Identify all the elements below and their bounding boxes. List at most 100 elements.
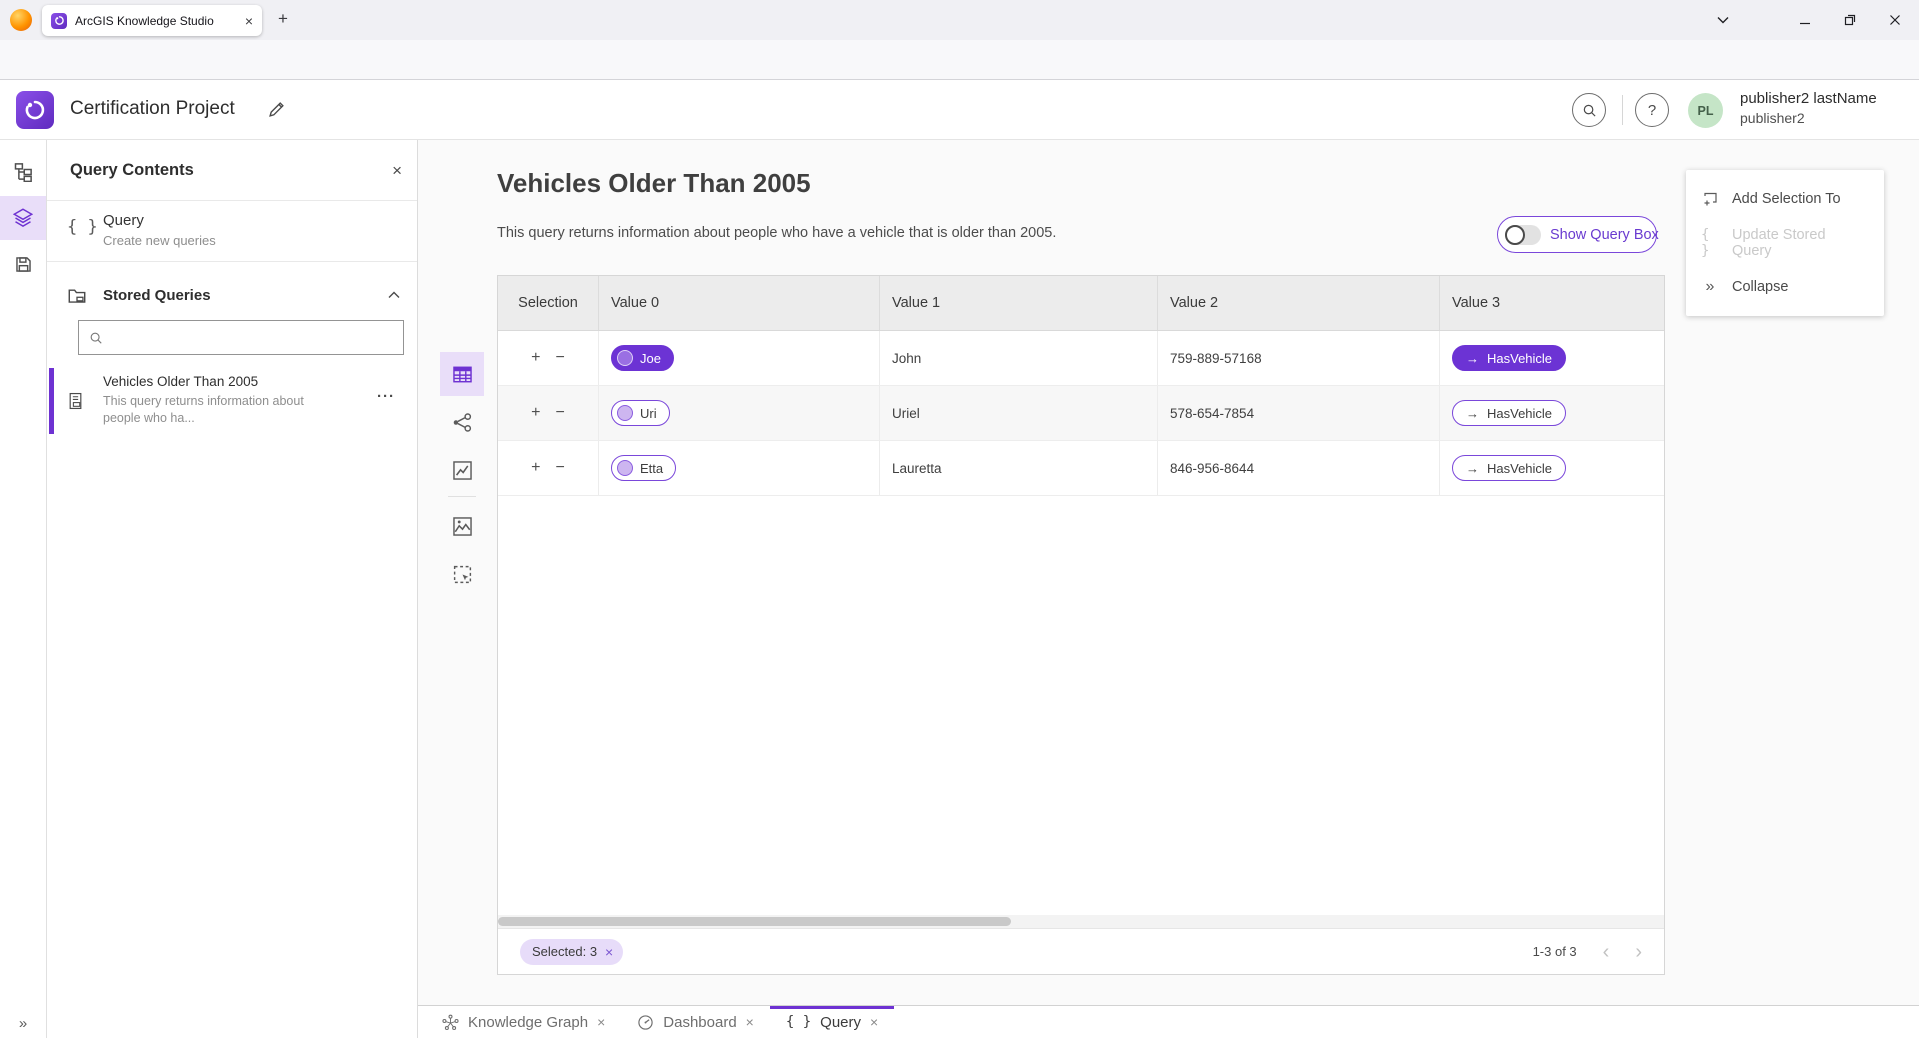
relation-cell: →HasVehicle <box>1440 331 1664 385</box>
entity-pill[interactable]: Joe <box>611 345 674 371</box>
table-row[interactable]: + − Etta Lauretta 846-956-8644 →HasVehic… <box>498 441 1664 496</box>
column-header[interactable]: Value 0 <box>599 276 880 330</box>
chart-icon[interactable] <box>440 448 484 492</box>
search-input[interactable] <box>111 330 393 345</box>
page-description: This query returns information about peo… <box>497 225 1056 241</box>
column-header[interactable]: Value 3 <box>1440 276 1664 330</box>
add-to-selection-icon[interactable]: + <box>531 349 540 367</box>
relation-cell: →HasVehicle <box>1440 386 1664 440</box>
tab-close-icon[interactable]: × <box>597 1014 605 1030</box>
app-header: Certification Project ? PL publisher2 la… <box>0 80 1919 140</box>
stored-query-description: This query returns information about peo… <box>103 393 304 427</box>
relation-pill[interactable]: →HasVehicle <box>1452 400 1566 426</box>
link-chart-icon[interactable] <box>440 400 484 444</box>
selection-cell: + − <box>498 331 599 385</box>
tab-close-icon[interactable]: × <box>245 14 253 28</box>
browser-toolbar: https://dev0028833.esri.com/portal/apps/… <box>0 40 1919 80</box>
entity-dot-icon <box>617 460 633 476</box>
relation-pill[interactable]: →HasVehicle <box>1452 345 1566 371</box>
remove-from-selection-icon[interactable]: − <box>556 404 565 422</box>
next-page-icon[interactable]: › <box>1635 942 1642 962</box>
toggle-switch[interactable] <box>1505 225 1541 245</box>
layers-icon[interactable] <box>0 196 46 240</box>
menu-item-add-selection-to[interactable]: Add Selection To <box>1686 177 1884 221</box>
stored-queries-header[interactable]: Stored Queries <box>47 274 417 320</box>
table-row[interactable]: + − Uri Uriel 578-654-7854 →HasVehicle <box>498 386 1664 441</box>
browser-tab[interactable]: ArcGIS Knowledge Studio × <box>42 5 262 36</box>
data-model-icon[interactable] <box>0 150 46 194</box>
project-title: Certification Project <box>70 98 235 120</box>
new-tab-button[interactable]: + <box>278 9 288 29</box>
toggle-knob <box>1505 225 1525 245</box>
context-menu: Add Selection To { } Update Stored Query… <box>1686 170 1884 316</box>
query-item[interactable]: { } Query Create new queries <box>47 201 417 262</box>
menu-item-update-stored-query[interactable]: { } Update Stored Query <box>1686 221 1884 265</box>
show-query-box-toggle[interactable]: Show Query Box <box>1497 216 1657 253</box>
document-icon <box>67 392 84 410</box>
remove-from-selection-icon[interactable]: − <box>556 459 565 477</box>
search-button[interactable] <box>1572 93 1606 127</box>
table-row[interactable]: + − Joe John 759-889-57168 →HasVehicle <box>498 331 1664 386</box>
help-button[interactable]: ? <box>1635 93 1669 127</box>
more-options-icon[interactable]: ··· <box>377 388 395 405</box>
stored-queries-title: Stored Queries <box>103 287 211 304</box>
selected-chip[interactable]: Selected: 3× <box>520 939 623 965</box>
user-name: publisher2 lastName <box>1740 89 1877 109</box>
app-logo[interactable] <box>16 91 54 129</box>
tab-knowledge-graph[interactable]: Knowledge Graph × <box>426 1006 621 1038</box>
collapse-chevron-icon[interactable] <box>388 291 400 299</box>
relation-cell: →HasVehicle <box>1440 441 1664 495</box>
tab-query[interactable]: { } Query × <box>770 1006 894 1038</box>
value-cell: Uriel <box>880 386 1158 440</box>
expand-rail-icon[interactable]: » <box>0 1015 46 1032</box>
query-contents-panel: Query Contents × { } Query Create new qu… <box>47 140 418 1038</box>
avatar[interactable]: PL <box>1688 93 1723 128</box>
toggle-label: Show Query Box <box>1550 227 1659 243</box>
save-icon[interactable] <box>0 242 46 286</box>
table-empty-space <box>498 496 1664 915</box>
menu-item-collapse[interactable]: » Collapse <box>1686 265 1884 309</box>
edit-pencil-icon[interactable] <box>268 101 285 118</box>
tab-close-icon[interactable]: × <box>746 1014 754 1030</box>
maximize-button[interactable] <box>1835 8 1865 32</box>
table-footer: Selected: 3× 1-3 of 3 ‹ › <box>498 928 1664 974</box>
map-icon[interactable] <box>440 504 484 548</box>
value-cell: 846-956-8644 <box>1158 441 1440 495</box>
selection-cell: + − <box>498 386 599 440</box>
close-panel-icon[interactable]: × <box>392 161 402 181</box>
add-to-selection-icon[interactable]: + <box>531 404 540 422</box>
column-header[interactable]: Value 2 <box>1158 276 1440 330</box>
stored-queries-search[interactable] <box>78 320 404 355</box>
clear-selection-icon[interactable]: × <box>605 944 613 960</box>
arrow-right-icon: → <box>1466 352 1479 365</box>
user-info[interactable]: publisher2 lastName publisher2 <box>1740 89 1877 128</box>
dashboard-icon <box>637 1014 654 1031</box>
panel-header: Query Contents × <box>47 140 417 201</box>
minimize-button[interactable] <box>1790 8 1820 32</box>
tab-close-icon[interactable]: × <box>870 1014 878 1030</box>
horizontal-scrollbar[interactable] <box>498 915 1664 928</box>
entity-cell: Joe <box>599 331 880 385</box>
entity-pill[interactable]: Etta <box>611 455 676 481</box>
prev-page-icon[interactable]: ‹ <box>1603 942 1610 962</box>
browser-tab-strip: ArcGIS Knowledge Studio × + <box>0 0 1919 40</box>
column-header[interactable]: Selection <box>498 276 599 330</box>
arcgis-favicon-icon <box>51 13 67 29</box>
stored-query-item[interactable]: Vehicles Older Than 2005 This query retu… <box>47 368 417 434</box>
query-item-title: Query <box>103 212 144 229</box>
close-window-button[interactable] <box>1880 8 1910 32</box>
remove-from-selection-icon[interactable]: − <box>556 349 565 367</box>
column-header[interactable]: Value 1 <box>880 276 1158 330</box>
entity-pill[interactable]: Uri <box>611 400 670 426</box>
value-cell: Lauretta <box>880 441 1158 495</box>
relation-pill[interactable]: →HasVehicle <box>1452 455 1566 481</box>
scrollbar-thumb[interactable] <box>498 917 1011 926</box>
add-to-selection-icon[interactable]: + <box>531 459 540 477</box>
selection-cell: + − <box>498 441 599 495</box>
tab-list-chevron-icon[interactable] <box>1708 8 1738 32</box>
firefox-icon[interactable] <box>10 9 32 31</box>
tab-dashboard[interactable]: Dashboard × <box>621 1006 770 1038</box>
selection-tools-icon[interactable] <box>440 552 484 596</box>
selected-indicator <box>49 368 54 434</box>
table-view-icon[interactable] <box>440 352 484 396</box>
